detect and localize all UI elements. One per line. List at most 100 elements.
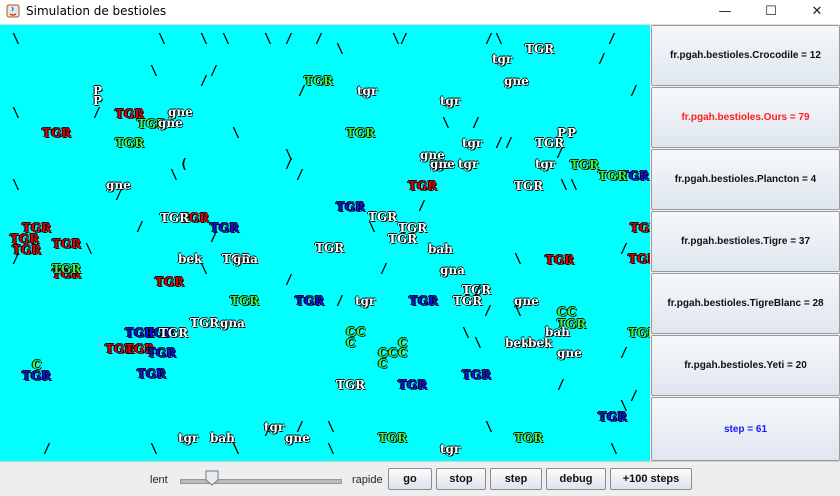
- creature-trail-mark: /: [630, 389, 638, 404]
- creature-gne: gne: [158, 116, 183, 130]
- creature-tgr: TGR: [570, 158, 600, 172]
- creature-tgr: tgr: [458, 157, 479, 171]
- creature-trail-mark: \: [514, 252, 522, 267]
- creature-trail-mark: \: [610, 442, 618, 457]
- creature-bah: bah: [428, 242, 453, 256]
- creature-trail-mark: \: [232, 126, 240, 141]
- stat-tigre[interactable]: fr.pgah.bestioles.Tigre = 37: [651, 211, 840, 272]
- creature-trail-mark: \: [368, 220, 376, 235]
- creature-tgr: TGR: [346, 126, 376, 140]
- creature-tgr: TGR: [336, 378, 366, 392]
- creature-tgr: TGR: [125, 326, 155, 340]
- creature-c: C: [32, 358, 42, 372]
- creature-trail-mark: \: [336, 42, 344, 57]
- stat-plancton[interactable]: fr.pgah.bestioles.Plancton = 4: [651, 149, 840, 210]
- creature-trail-mark: /: [620, 242, 628, 257]
- close-button[interactable]: ✕: [794, 0, 840, 24]
- creature-trail-mark: /: [472, 116, 480, 131]
- creature-trail-mark: /: [210, 230, 218, 245]
- creature-tgr: TGR: [160, 211, 190, 225]
- creature-trail-mark: /: [484, 304, 492, 319]
- creature-trail-mark: \: [158, 32, 166, 47]
- creature-trail-mark: /: [630, 84, 638, 99]
- stat-yeti[interactable]: fr.pgah.bestioles.Yeti = 20: [651, 335, 840, 396]
- creature-trail-mark: /: [264, 424, 272, 439]
- maximize-button[interactable]: ☐: [748, 0, 794, 24]
- creature-gna: gna: [220, 316, 245, 330]
- creature-trail-mark: /: [336, 294, 344, 309]
- debug-button[interactable]: debug: [546, 468, 606, 490]
- creature-tgr: TGR: [159, 326, 189, 340]
- creature-trail-mark: (: [180, 157, 188, 172]
- creature-gne: gne: [557, 346, 582, 360]
- stop-button[interactable]: stop: [436, 468, 486, 490]
- creature-trail-mark: /: [296, 420, 304, 435]
- creature-trail-mark: /: [556, 146, 564, 161]
- stat-crocodile[interactable]: fr.pgah.bestioles.Crocodile = 12: [651, 25, 840, 86]
- creature-bek: bek: [505, 336, 530, 350]
- plus-100-steps-button[interactable]: +100 steps: [610, 468, 692, 490]
- creature-gne: gne: [504, 74, 529, 88]
- creature-c: C: [346, 336, 356, 350]
- window-title: Simulation de bestioles: [26, 4, 167, 18]
- creature-trail-mark: /: [115, 188, 123, 203]
- creature-trail-mark: /: [495, 136, 503, 151]
- control-bar: lent rapide go stop step debug +100 step…: [0, 461, 840, 496]
- creature-tgr: TGR: [628, 326, 650, 340]
- creature-trail-mark: /: [298, 84, 306, 99]
- creature-trail-mark: \: [12, 32, 20, 47]
- creature-trail-mark: /: [620, 346, 628, 361]
- java-app-icon: [6, 4, 20, 18]
- stat-label: fr.pgah.bestioles.Plancton = 4: [674, 174, 817, 185]
- creature-trail-mark: /: [557, 378, 565, 393]
- creature-trail-mark: \: [327, 420, 335, 435]
- simulation-canvas: TGR TGR TGR TGR TGR TGR TGR TGR TGR TGR TGR TGR TGR T…: [0, 25, 650, 461]
- creature-tgr: TGR: [336, 200, 366, 214]
- creature-gne: gne: [430, 157, 455, 171]
- creature-tgr: TGR: [630, 221, 650, 235]
- creature-tgr: TGR: [22, 221, 52, 235]
- creature-trail-mark: \: [150, 442, 158, 457]
- fast-label: rapide: [352, 474, 383, 486]
- stat-label: fr.pgah.bestioles.Ours = 79: [681, 112, 810, 123]
- creature-trail-mark: /: [485, 32, 493, 47]
- creature-tgr: TGR: [115, 136, 145, 150]
- creature-c: C: [356, 325, 366, 339]
- creature-trail-mark: \: [442, 116, 450, 131]
- creature-trail-mark: /: [505, 136, 513, 151]
- creature-tgr: tgr: [357, 84, 378, 98]
- creature-gna: gna: [440, 263, 465, 277]
- creature-p: P: [557, 126, 567, 140]
- creature-trail-mark: \: [514, 304, 522, 319]
- creature-trail-mark: /: [285, 157, 293, 172]
- creature-trail-mark: \: [200, 32, 208, 47]
- creature-c: C: [567, 305, 577, 319]
- step-button[interactable]: step: [490, 468, 542, 490]
- creature-tgr: TGR: [155, 275, 185, 289]
- creature-tgr: TGR: [514, 431, 544, 445]
- creature-trail-mark: \: [222, 32, 230, 47]
- minimize-button[interactable]: —: [702, 0, 748, 24]
- creature-tgr: TGR: [42, 126, 72, 140]
- creature-c: C: [557, 305, 567, 319]
- creature-bek: bek: [178, 252, 203, 266]
- stat-ours[interactable]: fr.pgah.bestioles.Ours = 79: [651, 87, 840, 148]
- creature-trail-mark: \: [85, 242, 93, 257]
- creature-tgr: TGR: [514, 179, 544, 193]
- creature-trail-mark: /: [136, 220, 144, 235]
- go-button[interactable]: go: [388, 468, 432, 490]
- stat-step[interactable]: step = 61: [651, 397, 840, 461]
- creature-tgr: tgr: [535, 157, 556, 171]
- creature-trail-mark: \: [485, 420, 493, 435]
- creature-tgr: TGR: [398, 378, 428, 392]
- creature-trail-mark: /: [12, 252, 20, 267]
- slow-label: lent: [150, 474, 168, 486]
- creature-trail-mark: /: [474, 283, 482, 298]
- speed-slider-thumb[interactable]: [205, 470, 219, 486]
- creature-trail-mark: /: [285, 32, 293, 47]
- creature-tgr: TGR: [137, 367, 167, 381]
- creature-tgr: TGR: [628, 252, 650, 266]
- creature-tgr: tgr: [440, 442, 461, 456]
- creature-c: C: [388, 346, 398, 360]
- stat-tigreblanc[interactable]: fr.pgah.bestioles.TigreBlanc = 28: [651, 273, 840, 334]
